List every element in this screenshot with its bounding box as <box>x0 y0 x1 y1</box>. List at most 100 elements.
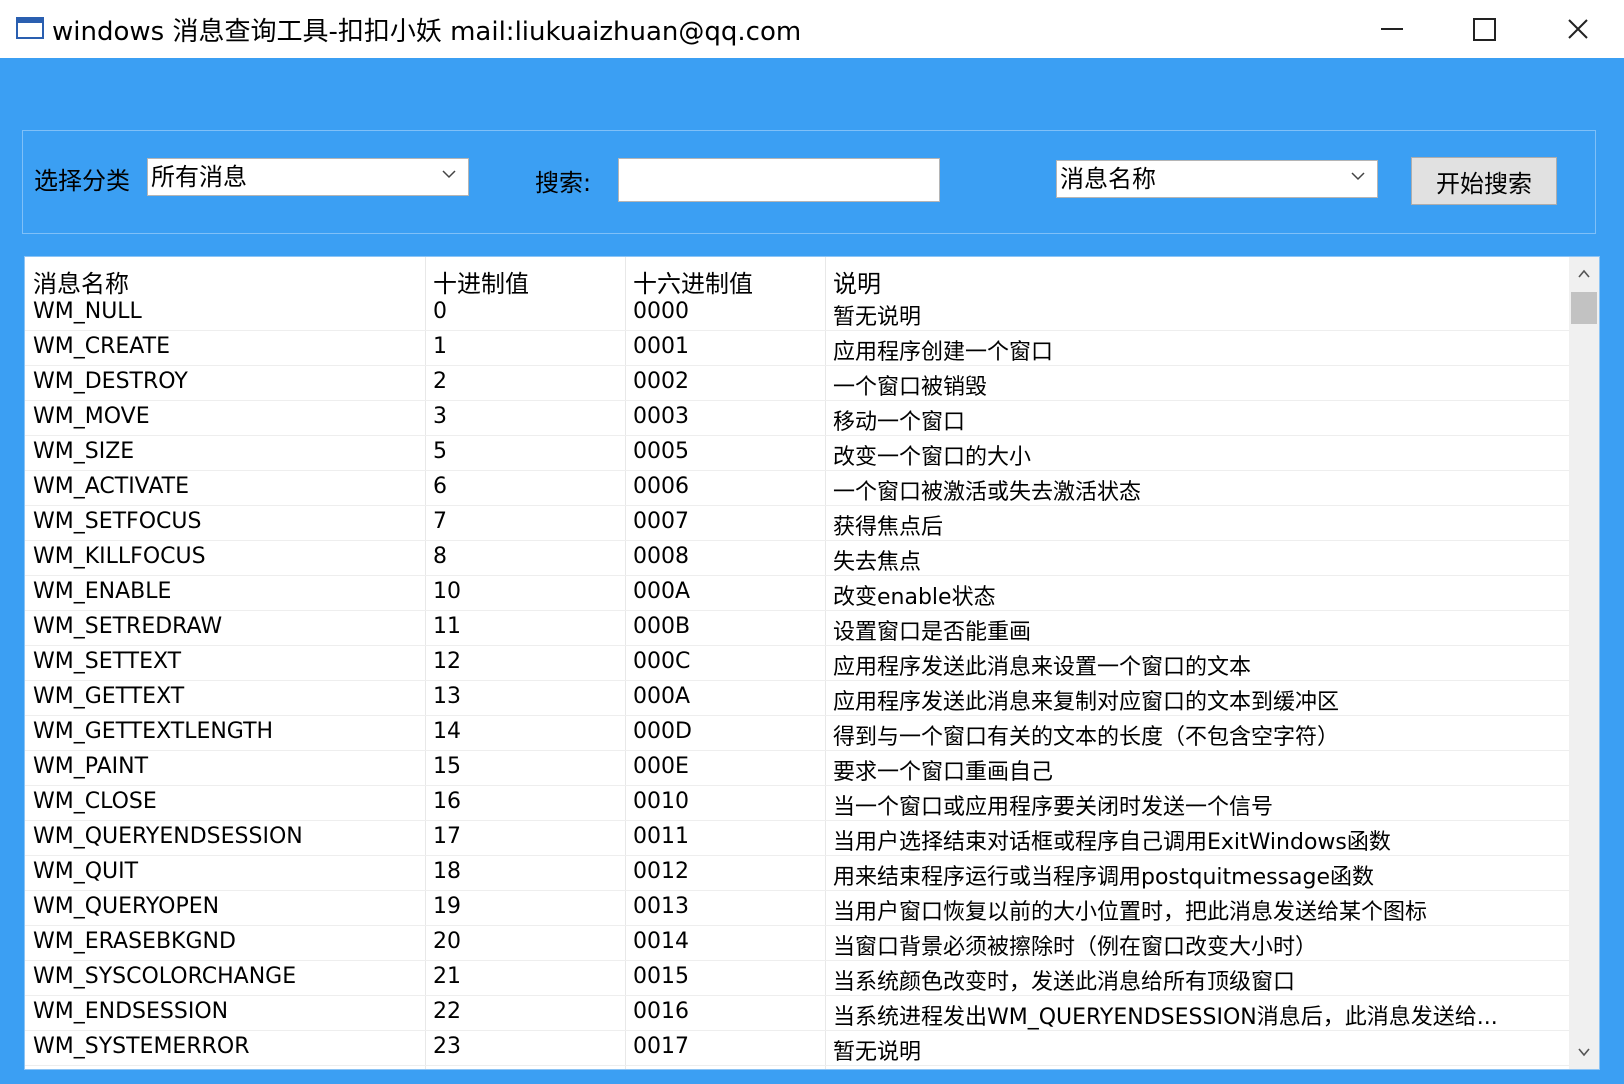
table-row[interactable]: WM_ENDSESSION 22 0016 当系统进程发出WM_QUERYENDSES… <box>25 995 1570 1031</box>
minimize-button[interactable] <box>1346 0 1438 58</box>
cell-message-name: WM_GETTEXT <box>33 684 185 709</box>
cell-description: 当系统进程发出WM_QUERYENDSESSION消息后，此消息发送给... <box>833 1005 1498 1030</box>
app-window: windows 消息查询工具-扣扣小妖 mail:liukuaizhuan@qq… <box>0 0 1624 1084</box>
cell-decimal-value: 12 <box>433 649 461 674</box>
column-header-decimal[interactable]: 十进制值 <box>433 264 623 299</box>
cell-message-name: WM_GETTEXTLENGTH <box>33 719 274 744</box>
table-row[interactable]: WM_KILLFOCUS 8 0008 失去焦点 <box>25 540 1570 576</box>
table-header: 消息名称 十进制值 十六进制值 说明 <box>25 257 1570 299</box>
close-button[interactable] <box>1532 0 1624 58</box>
cell-decimal-value: 7 <box>433 509 447 534</box>
cell-decimal-value: 21 <box>433 964 461 989</box>
cell-message-name: WM_CREATE <box>33 334 170 359</box>
table-row[interactable]: WM_QUERYOPEN 19 0013 当用户窗口恢复以前的大小位置时，把此消息发送… <box>25 890 1570 926</box>
table-row[interactable]: WM_ENABLE 10 000A 改变enable状态 <box>25 575 1570 611</box>
search-input[interactable] <box>618 158 940 202</box>
minimize-icon <box>1381 28 1403 30</box>
window-icon <box>16 17 44 39</box>
cell-description: 设置窗口是否能重画 <box>833 620 1032 645</box>
cell-message-name: WM_SYSTEMERROR <box>33 1034 250 1059</box>
cell-hex-value: 0016 <box>633 999 689 1024</box>
table-row[interactable]: WM_ACTIVATE 6 0006 一个窗口被激活或失去激活状态 <box>25 470 1570 506</box>
vertical-scrollbar[interactable] <box>1569 257 1599 1069</box>
table-row[interactable]: WM_SETREDRAW 11 000B 设置窗口是否能重画 <box>25 610 1570 646</box>
cell-message-name: WM_SETREDRAW <box>33 614 223 639</box>
table-row[interactable]: WM_SIZE 5 0005 改变一个窗口的大小 <box>25 435 1570 471</box>
cell-description: 一个窗口被激活或失去激活状态 <box>833 480 1142 505</box>
close-icon <box>1568 19 1588 39</box>
cell-message-name: WM_QUERYOPEN <box>33 894 220 919</box>
chevron-up-icon <box>1578 269 1590 278</box>
maximize-button[interactable] <box>1438 0 1530 58</box>
scroll-thumb[interactable] <box>1571 292 1597 324</box>
table-row[interactable]: WM_DESTROY 2 0002 一个窗口被销毁 <box>25 365 1570 401</box>
cell-hex-value: 0014 <box>633 929 689 954</box>
cell-description: 移动一个窗口 <box>833 410 966 435</box>
scroll-down-button[interactable] <box>1569 1035 1599 1069</box>
cell-hex-value: 000D <box>633 719 692 744</box>
cell-hex-value: 0015 <box>633 964 689 989</box>
cell-hex-value: 0001 <box>633 334 689 359</box>
cell-message-name: WM_SYSCOLORCHANGE <box>33 964 297 989</box>
cell-description: 要求一个窗口重画自己 <box>833 760 1054 785</box>
cell-decimal-value: 19 <box>433 894 461 919</box>
category-select[interactable]: 所有消息 <box>147 158 469 196</box>
table-row[interactable]: WM_GETTEXTLENGTH 14 000D 得到与一个窗口有关的文本的长度（不包… <box>25 715 1570 751</box>
category-select-value: 所有消息 <box>151 163 247 191</box>
cell-message-name: WM_MOVE <box>33 404 150 429</box>
cell-decimal-value: 5 <box>433 439 447 464</box>
table-row[interactable]: WM_SETFOCUS 7 0007 获得焦点后 <box>25 505 1570 541</box>
column-header-name[interactable]: 消息名称 <box>33 264 423 299</box>
cell-decimal-value: 22 <box>433 999 461 1024</box>
table-row[interactable]: WM_ERASEBKGND 20 0014 当窗口背景必须被擦除时（例在窗口改变大小时… <box>25 925 1570 961</box>
cell-hex-value: 0013 <box>633 894 689 919</box>
cell-hex-value: 000A <box>633 579 691 604</box>
scroll-up-button[interactable] <box>1569 257 1599 291</box>
cell-message-name: WM_PAINT <box>33 754 149 779</box>
cell-hex-value: 000C <box>633 649 691 674</box>
column-header-description[interactable]: 说明 <box>833 264 1563 299</box>
cell-message-name: WM_SETFOCUS <box>33 509 202 534</box>
message-table: 消息名称 十进制值 十六进制值 说明 WM_NULL 0 0000 暂无说明 WM_CR… <box>24 256 1600 1070</box>
cell-hex-value: 0002 <box>633 369 689 394</box>
cell-message-name: WM_DESTROY <box>33 369 188 394</box>
table-row[interactable]: WM_QUERYENDSESSION 17 0011 当用户选择结束对话框或程序自己调… <box>25 820 1570 856</box>
cell-hex-value: 0007 <box>633 509 689 534</box>
table-row[interactable]: WM_SYSCOLORCHANGE 21 0015 当系统颜色改变时，发送此消息给所有… <box>25 960 1570 996</box>
cell-decimal-value: 11 <box>433 614 461 639</box>
search-field-select-value: 消息名称 <box>1060 165 1156 193</box>
cell-message-name: WM_ACTIVATE <box>33 474 190 499</box>
cell-decimal-value: 23 <box>433 1034 461 1059</box>
cell-decimal-value: 10 <box>433 579 461 604</box>
table-row[interactable]: WM_CLOSE 16 0010 当一个窗口或应用程序要关闭时发送一个信号 <box>25 785 1570 821</box>
cell-decimal-value: 15 <box>433 754 461 779</box>
cell-description: 当一个窗口或应用程序要关闭时发送一个信号 <box>833 795 1274 820</box>
cell-decimal-value: 13 <box>433 684 461 709</box>
cell-hex-value: 0008 <box>633 544 689 569</box>
cell-hex-value: 0010 <box>633 789 689 814</box>
cell-hex-value: 0003 <box>633 404 689 429</box>
window-title: windows 消息查询工具-扣扣小妖 mail:liukuaizhuan@qq… <box>52 17 802 47</box>
cell-hex-value: 0005 <box>633 439 689 464</box>
table-row[interactable]: WM_PAINT 15 000E 要求一个窗口重画自己 <box>25 750 1570 786</box>
table-row[interactable]: WM_GETTEXT 13 000A 应用程序发送此消息来复制对应窗口的文本到缓冲区 <box>25 680 1570 716</box>
cell-description: 改变一个窗口的大小 <box>833 445 1032 470</box>
cell-hex-value: 0017 <box>633 1034 689 1059</box>
start-search-button[interactable]: 开始搜索 <box>1411 157 1557 205</box>
search-field-select[interactable]: 消息名称 <box>1056 160 1378 198</box>
cell-description: 用来结束程序运行或当程序调用postquitmessage函数 <box>833 865 1375 890</box>
table-row[interactable]: WM_MOVE 3 0003 移动一个窗口 <box>25 400 1570 436</box>
table-row[interactable]: WM_QUIT 18 0012 用来结束程序运行或当程序调用postquitmessa… <box>25 855 1570 891</box>
table-row[interactable]: WM_CREATE 1 0001 应用程序创建一个窗口 <box>25 330 1570 366</box>
table-row[interactable]: WM_NULL 0 0000 暂无说明 <box>25 295 1570 331</box>
chevron-down-icon <box>442 170 456 179</box>
cell-description: 暂无说明 <box>833 305 922 330</box>
cell-message-name: WM_QUIT <box>33 859 139 884</box>
cell-decimal-value: 14 <box>433 719 461 744</box>
title-bar[interactable]: windows 消息查询工具-扣扣小妖 mail:liukuaizhuan@qq… <box>0 0 1624 58</box>
table-row[interactable]: WM_SYSTEMERROR 23 0017 暂无说明 <box>25 1030 1570 1066</box>
table-row[interactable]: WM_SETTEXT 12 000C 应用程序发送此消息来设置一个窗口的文本 <box>25 645 1570 681</box>
column-header-hex[interactable]: 十六进制值 <box>633 264 823 299</box>
cell-decimal-value: 0 <box>433 299 447 324</box>
cell-decimal-value: 8 <box>433 544 447 569</box>
